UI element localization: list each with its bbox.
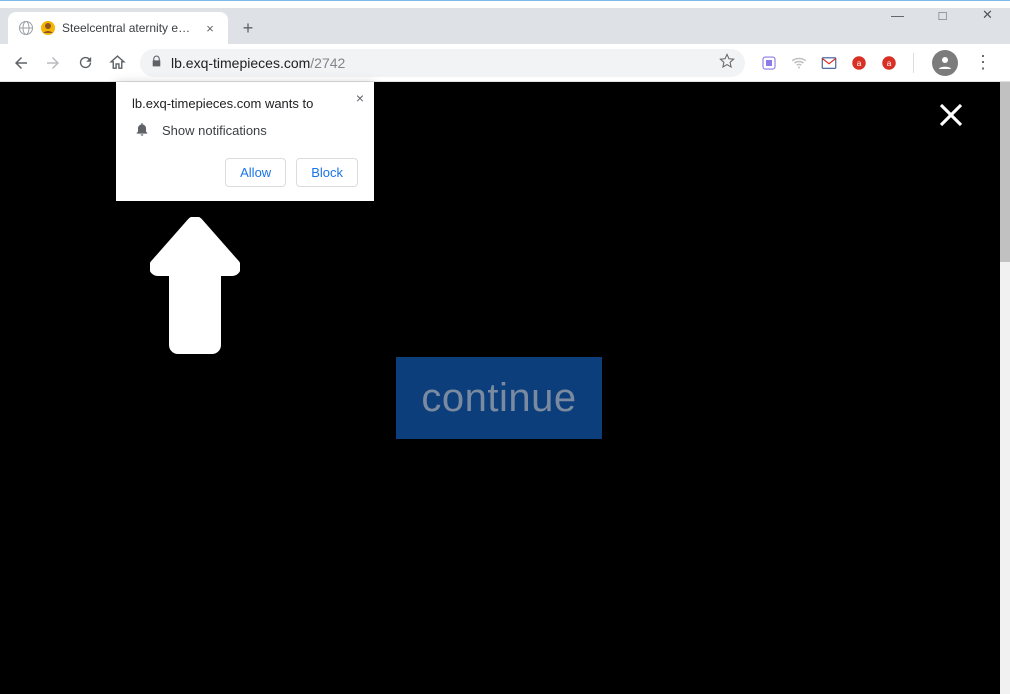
extension-icon-1[interactable] bbox=[759, 53, 779, 73]
browser-toolbar: lb.exq-timepieces.com/2742 a a ⋮ bbox=[0, 44, 1010, 82]
prompt-permission-row: Show notifications bbox=[134, 121, 358, 140]
url-path: /2742 bbox=[310, 55, 345, 71]
bookmark-star-icon[interactable] bbox=[719, 53, 735, 72]
new-tab-button[interactable]: + bbox=[234, 14, 262, 42]
scrollbar-thumb[interactable] bbox=[1000, 82, 1010, 262]
home-button[interactable] bbox=[102, 48, 132, 78]
site-favicon-icon bbox=[40, 20, 56, 36]
profile-avatar[interactable] bbox=[932, 50, 958, 76]
continue-button[interactable]: continue bbox=[396, 357, 602, 439]
extension-icon-a2[interactable]: a bbox=[879, 53, 899, 73]
window-close-button[interactable]: ✕ bbox=[965, 0, 1010, 30]
bell-icon bbox=[134, 121, 150, 140]
notification-permission-prompt: × lb.exq-timepieces.com wants to Show no… bbox=[116, 82, 374, 201]
reload-button[interactable] bbox=[70, 48, 100, 78]
window-controls: — □ ✕ bbox=[875, 0, 1010, 30]
prompt-close-button[interactable]: × bbox=[356, 90, 364, 106]
mail-icon[interactable] bbox=[819, 53, 839, 73]
prompt-title: lb.exq-timepieces.com wants to bbox=[132, 96, 358, 111]
allow-button[interactable]: Allow bbox=[225, 158, 286, 187]
vertical-scrollbar[interactable] bbox=[1000, 82, 1010, 694]
toolbar-divider bbox=[913, 53, 914, 73]
back-button[interactable] bbox=[6, 48, 36, 78]
url-text: lb.exq-timepieces.com/2742 bbox=[171, 55, 711, 71]
tab-strip: Steelcentral aternity extension × + bbox=[0, 8, 1010, 44]
extension-icons: a a ⋮ bbox=[753, 50, 1004, 76]
browser-menu-button[interactable]: ⋮ bbox=[968, 52, 998, 73]
svg-text:a: a bbox=[887, 59, 892, 68]
content-area: continue × lb.exq-timepieces.com wants t… bbox=[0, 82, 1010, 694]
address-bar[interactable]: lb.exq-timepieces.com/2742 bbox=[140, 49, 745, 77]
tab-title: Steelcentral aternity extension bbox=[62, 21, 196, 35]
prompt-actions: Allow Block bbox=[132, 158, 358, 187]
window-titlebar bbox=[0, 0, 1010, 8]
page-body: continue × lb.exq-timepieces.com wants t… bbox=[0, 82, 1000, 694]
svg-text:a: a bbox=[857, 59, 862, 68]
forward-button[interactable] bbox=[38, 48, 68, 78]
wifi-icon[interactable] bbox=[789, 53, 809, 73]
lock-icon bbox=[150, 55, 163, 71]
extension-icon-a1[interactable]: a bbox=[849, 53, 869, 73]
window-maximize-button[interactable]: □ bbox=[920, 0, 965, 30]
url-host: lb.exq-timepieces.com bbox=[171, 55, 310, 71]
globe-icon bbox=[18, 20, 34, 36]
block-button[interactable]: Block bbox=[296, 158, 358, 187]
browser-tab[interactable]: Steelcentral aternity extension × bbox=[8, 12, 228, 44]
window-minimize-button[interactable]: — bbox=[875, 0, 920, 30]
overlay-close-button[interactable] bbox=[936, 100, 966, 135]
tab-close-button[interactable]: × bbox=[202, 20, 218, 36]
prompt-permission-label: Show notifications bbox=[162, 123, 267, 138]
arrow-up-icon bbox=[150, 217, 240, 362]
